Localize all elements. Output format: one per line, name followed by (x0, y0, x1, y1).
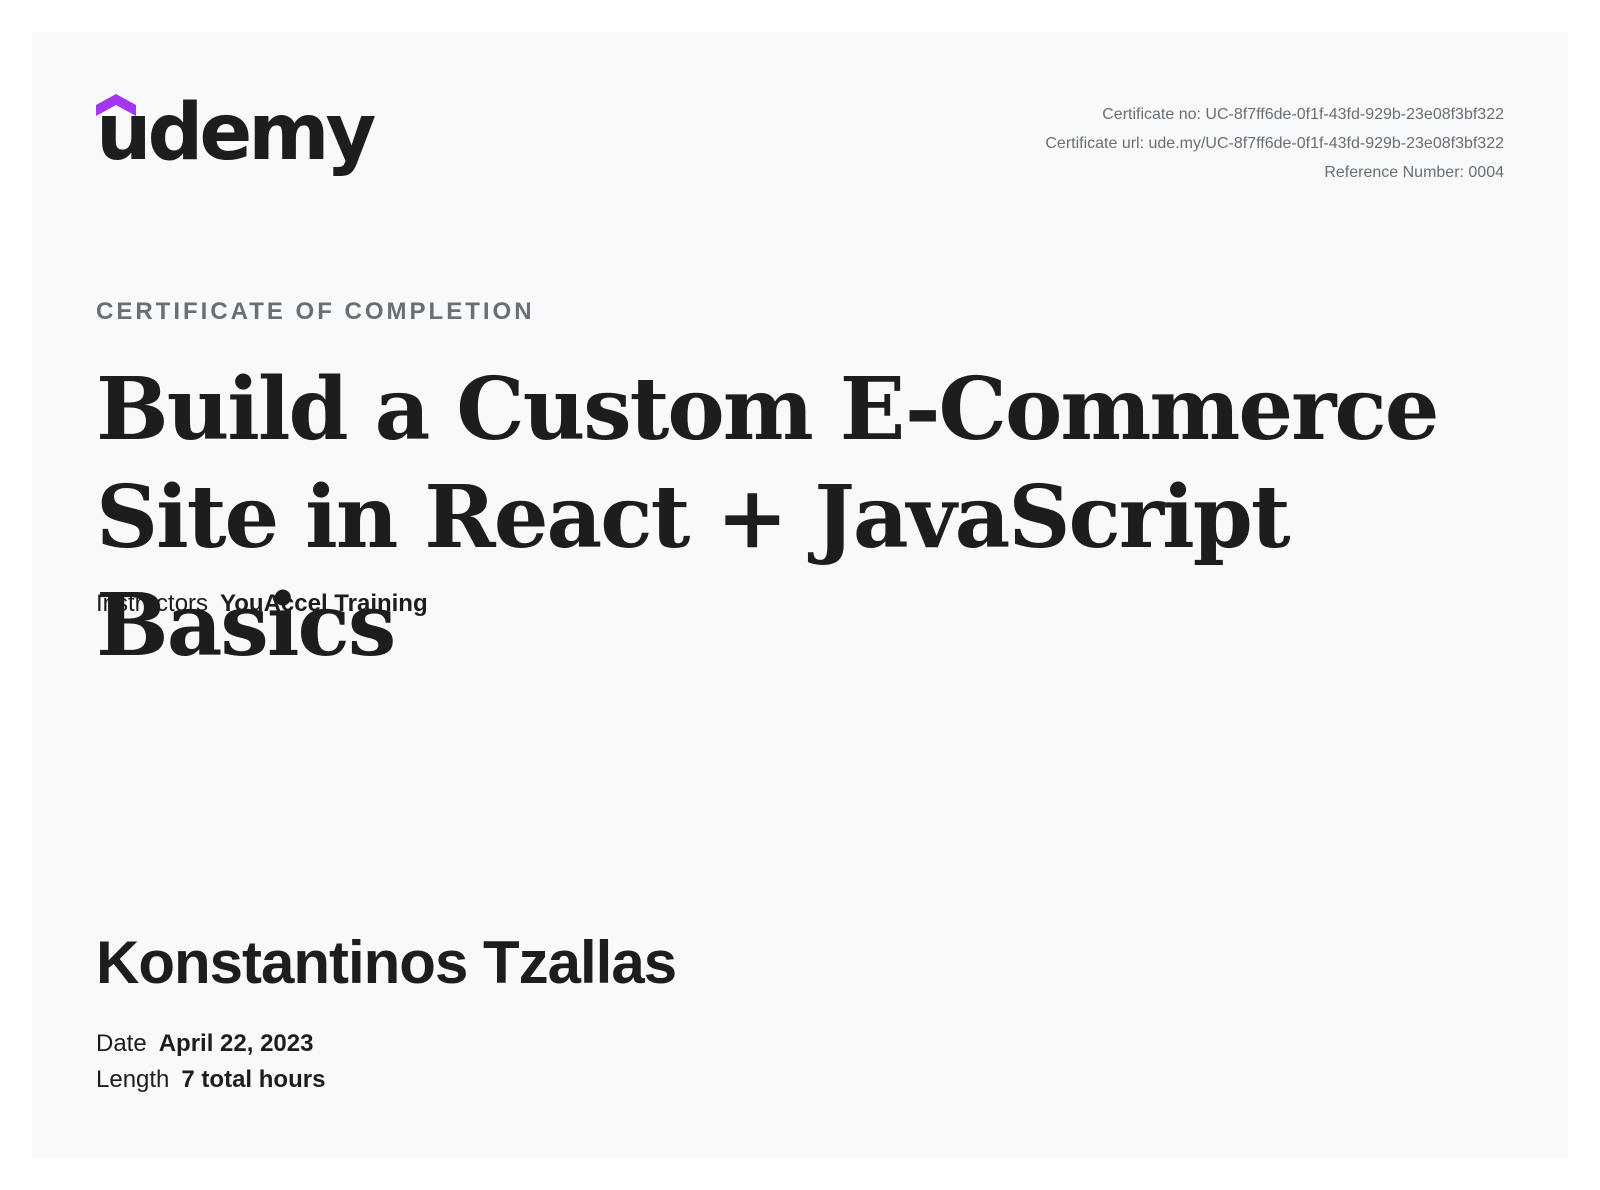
course-title: Build a Custom E-Commerce Site in React … (96, 359, 1439, 676)
certificate-number: Certificate no: UC-8f7ff6de-0f1f-43fd-92… (1102, 106, 1504, 123)
student-name: Konstantinos Tzallas (96, 929, 677, 996)
instructors-line: Instructors YouAccel Training (96, 590, 428, 618)
date-row: Date April 22, 2023 (96, 1026, 325, 1062)
length-label: Length (96, 1066, 170, 1093)
instructors-label: Instructors (96, 590, 209, 617)
date-value: April 22, 2023 (158, 1030, 314, 1057)
reference-number: Reference Number: 0004 (1324, 164, 1504, 181)
length-value: 7 total hours (181, 1066, 326, 1093)
date-label: Date (96, 1030, 147, 1057)
certificate-url: Certificate url: ude.my/UC-8f7ff6de-0f1f… (1045, 135, 1504, 152)
certificate-card: udemy Certificate no: UC-8f7ff6de-0f1f-4… (32, 32, 1568, 1158)
certificate-details: Date April 22, 2023 Length 7 total hours (96, 1026, 325, 1098)
certificate-label: CERTIFICATE OF COMPLETION (96, 298, 535, 325)
length-row: Length 7 total hours (96, 1062, 325, 1098)
instructors-value: YouAccel Training (220, 590, 428, 617)
udemy-logo: udemy (96, 88, 376, 178)
logo-wordmark: udemy (96, 88, 376, 178)
certificate-meta: Certificate no: UC-8f7ff6de-0f1f-43fd-92… (1045, 100, 1504, 187)
